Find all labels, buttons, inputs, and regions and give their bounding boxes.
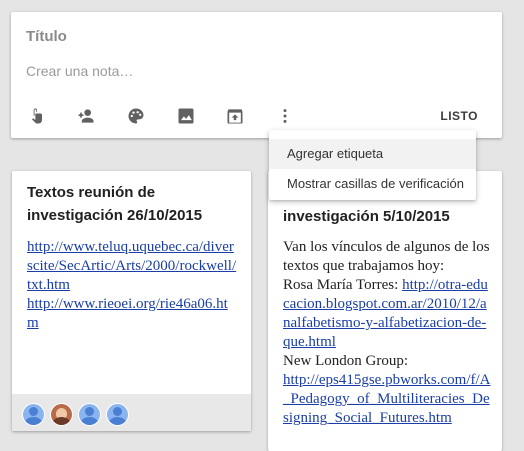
note-title-line: investigación 26/10/2015 [27,207,203,224]
note-text: Van los vínculos de algunos de los texto… [283,239,490,274]
note-body: Van los vínculos de algunos de los texto… [283,238,491,428]
collaborator-icon[interactable] [74,104,98,128]
collaborator-avatar[interactable] [50,403,73,426]
collaborator-avatar[interactable] [78,403,101,426]
menu-item-add-label[interactable]: Agregar etiqueta [269,139,476,169]
more-options-menu: Agregar etiqueta Mostrar casillas de ver… [269,130,476,200]
note-body-input[interactable]: Crear una nota… [26,63,133,79]
note-link[interactable]: http://www.rieoei.org/rie46a06.htm [27,295,239,333]
note-link[interactable]: http://www.teluq.uquebec.ca/diverscite/S… [27,238,239,295]
note-title: investigación 5/10/2015 [283,205,450,228]
archive-icon[interactable] [223,104,247,128]
note-body: http://www.teluq.uquebec.ca/diverscite/S… [27,238,239,333]
change-color-icon[interactable] [124,104,148,128]
note-text: Rosa María Torres: [283,277,403,293]
collaborator-avatar[interactable] [22,403,45,426]
add-image-icon[interactable] [174,104,198,128]
menu-item-show-checkboxes[interactable]: Mostrar casillas de verificación [269,169,476,199]
collaborators-bar [12,394,251,431]
collaborator-avatar[interactable] [106,403,129,426]
note-text: New London Group: [283,353,408,369]
note-link[interactable]: http://eps415gse.pbworks.com/f/A_Pedagog… [283,371,491,428]
note-title-line: Textos reunión de [27,184,156,201]
note-composer: Título Crear una nota… LISTO [11,12,502,138]
done-button[interactable]: LISTO [440,109,478,123]
remind-me-icon[interactable] [25,104,49,128]
note-title: Textos reunión de investigación 26/10/20… [27,181,202,227]
note-card[interactable]: Textos reunión de investigación 26/10/20… [12,171,251,431]
note-card[interactable]: investigación 5/10/2015 Van los vínculos… [268,171,502,451]
note-title-line: investigación 5/10/2015 [283,208,450,225]
more-vert-icon[interactable] [273,104,297,128]
title-input[interactable]: Título [26,28,67,45]
